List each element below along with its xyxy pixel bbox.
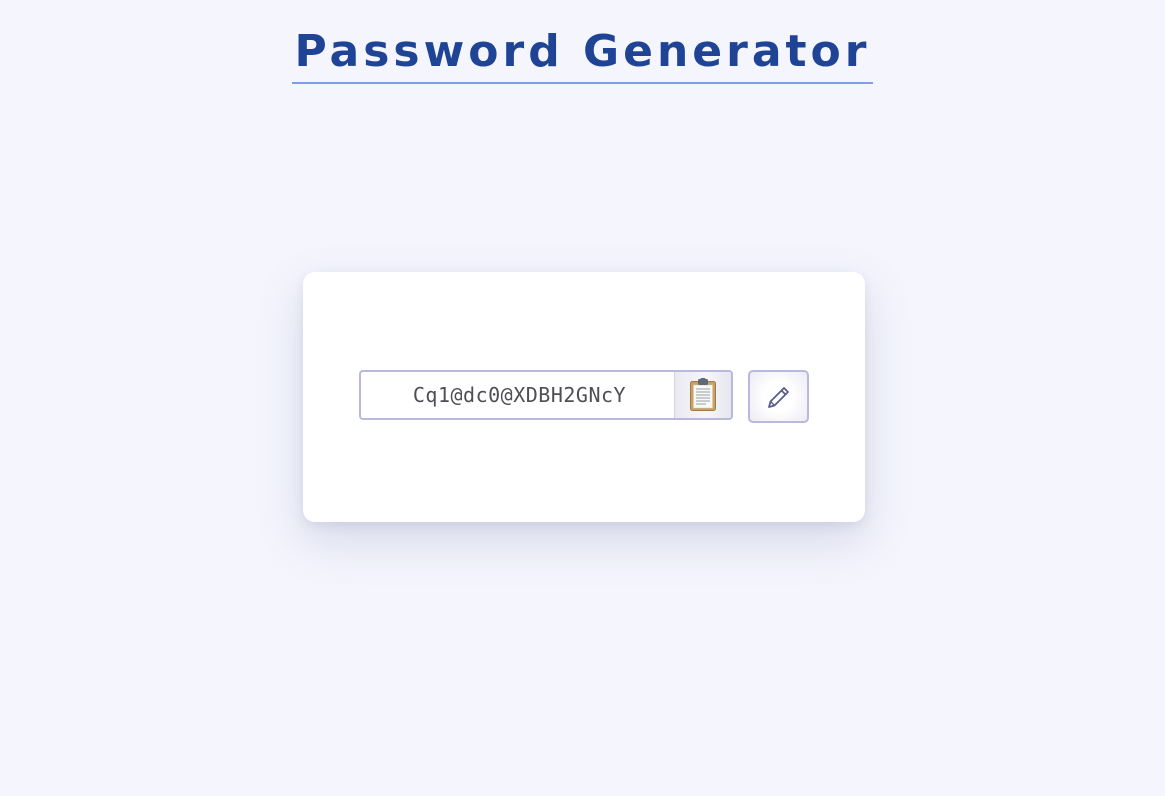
password-field: Cq1@dc0@XDBH2GNcY (359, 370, 733, 420)
page-title: Password Generator (292, 24, 873, 84)
header: Password Generator (0, 24, 1165, 84)
copy-button[interactable] (674, 372, 731, 418)
generator-card: Cq1@dc0@XDBH2GNcY (303, 272, 865, 522)
edit-button[interactable] (748, 370, 809, 423)
password-output[interactable]: Cq1@dc0@XDBH2GNcY (361, 372, 674, 418)
clipboard-icon (690, 378, 716, 411)
pencil-icon (767, 386, 789, 408)
